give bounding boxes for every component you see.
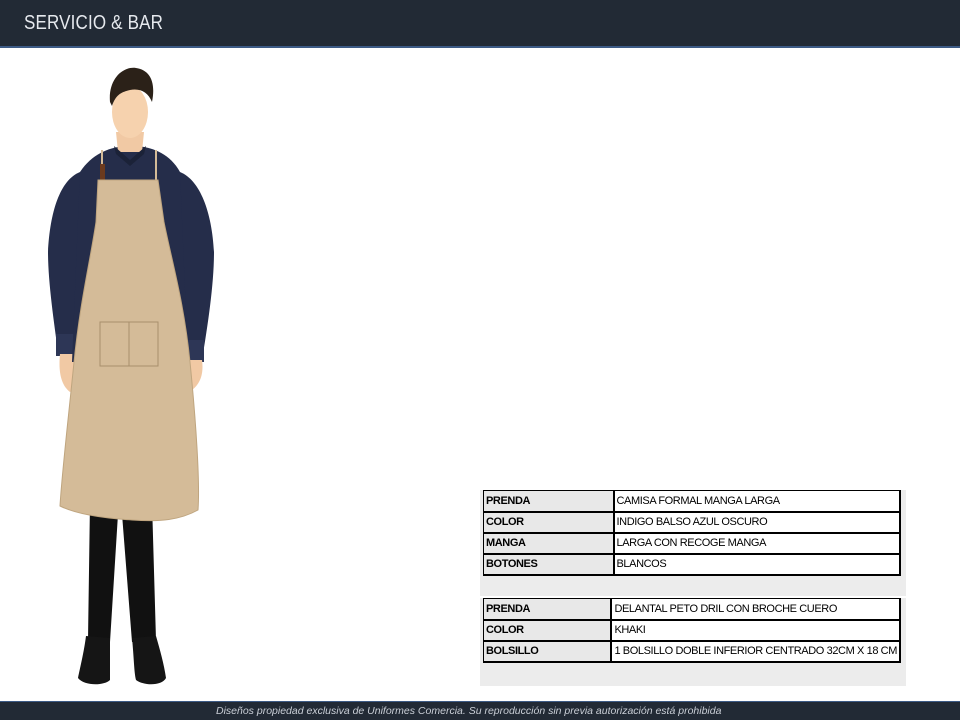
spec-value: KHAKI xyxy=(610,619,901,642)
table-row: BOTONES BLANCOS xyxy=(483,553,901,576)
table-row: COLOR KHAKI xyxy=(483,619,901,642)
table-row: PRENDA DELANTAL PETO DRIL CON BROCHE CUE… xyxy=(483,598,901,621)
footer-bar: Diseños propiedad exclusiva de Uniformes… xyxy=(0,701,960,720)
spec-value: BLANCOS xyxy=(613,553,901,576)
table-row: COLOR INDIGO BALSO AZUL OSCURO xyxy=(483,511,901,534)
shirt-spec-block: PRENDA CAMISA FORMAL MANGA LARGA COLOR I… xyxy=(480,490,906,596)
copyright-notice: Diseños propiedad exclusiva de Uniformes… xyxy=(216,705,722,717)
table-row: PRENDA CAMISA FORMAL MANGA LARGA xyxy=(483,490,901,513)
table-row: MANGA LARGA CON RECOGE MANGA xyxy=(483,532,901,555)
apron-spec-table: PRENDA DELANTAL PETO DRIL CON BROCHE CUE… xyxy=(483,598,901,663)
spec-value: DELANTAL PETO DRIL CON BROCHE CUERO xyxy=(610,598,901,621)
spec-key: BOLSILLO xyxy=(483,640,613,663)
left-shoe xyxy=(78,636,110,685)
apron-spec-block: PRENDA DELANTAL PETO DRIL CON BROCHE CUE… xyxy=(480,598,906,686)
spec-key: COLOR xyxy=(483,619,613,642)
spec-key: BOTONES xyxy=(483,553,615,576)
page-title: SERVICIO & BAR xyxy=(24,12,164,34)
spec-key: PRENDA xyxy=(483,490,615,513)
pants xyxy=(88,502,156,642)
uniform-illustration xyxy=(48,67,214,685)
spec-value: INDIGO BALSO AZUL OSCURO xyxy=(613,511,901,534)
spec-value: LARGA CON RECOGE MANGA xyxy=(613,532,901,555)
spec-key: MANGA xyxy=(483,532,615,555)
right-shoe xyxy=(132,636,166,685)
spec-value: CAMISA FORMAL MANGA LARGA xyxy=(613,490,901,513)
spec-key: PRENDA xyxy=(483,598,613,621)
leather-clip xyxy=(100,164,105,182)
spec-value: 1 BOLSILLO DOBLE INFERIOR CENTRADO 32CM … xyxy=(610,640,901,663)
table-row: BOLSILLO 1 BOLSILLO DOBLE INFERIOR CENTR… xyxy=(483,640,901,663)
shirt-spec-table: PRENDA CAMISA FORMAL MANGA LARGA COLOR I… xyxy=(483,490,901,576)
spec-key: COLOR xyxy=(483,511,615,534)
header-bar: SERVICIO & BAR xyxy=(0,0,960,48)
